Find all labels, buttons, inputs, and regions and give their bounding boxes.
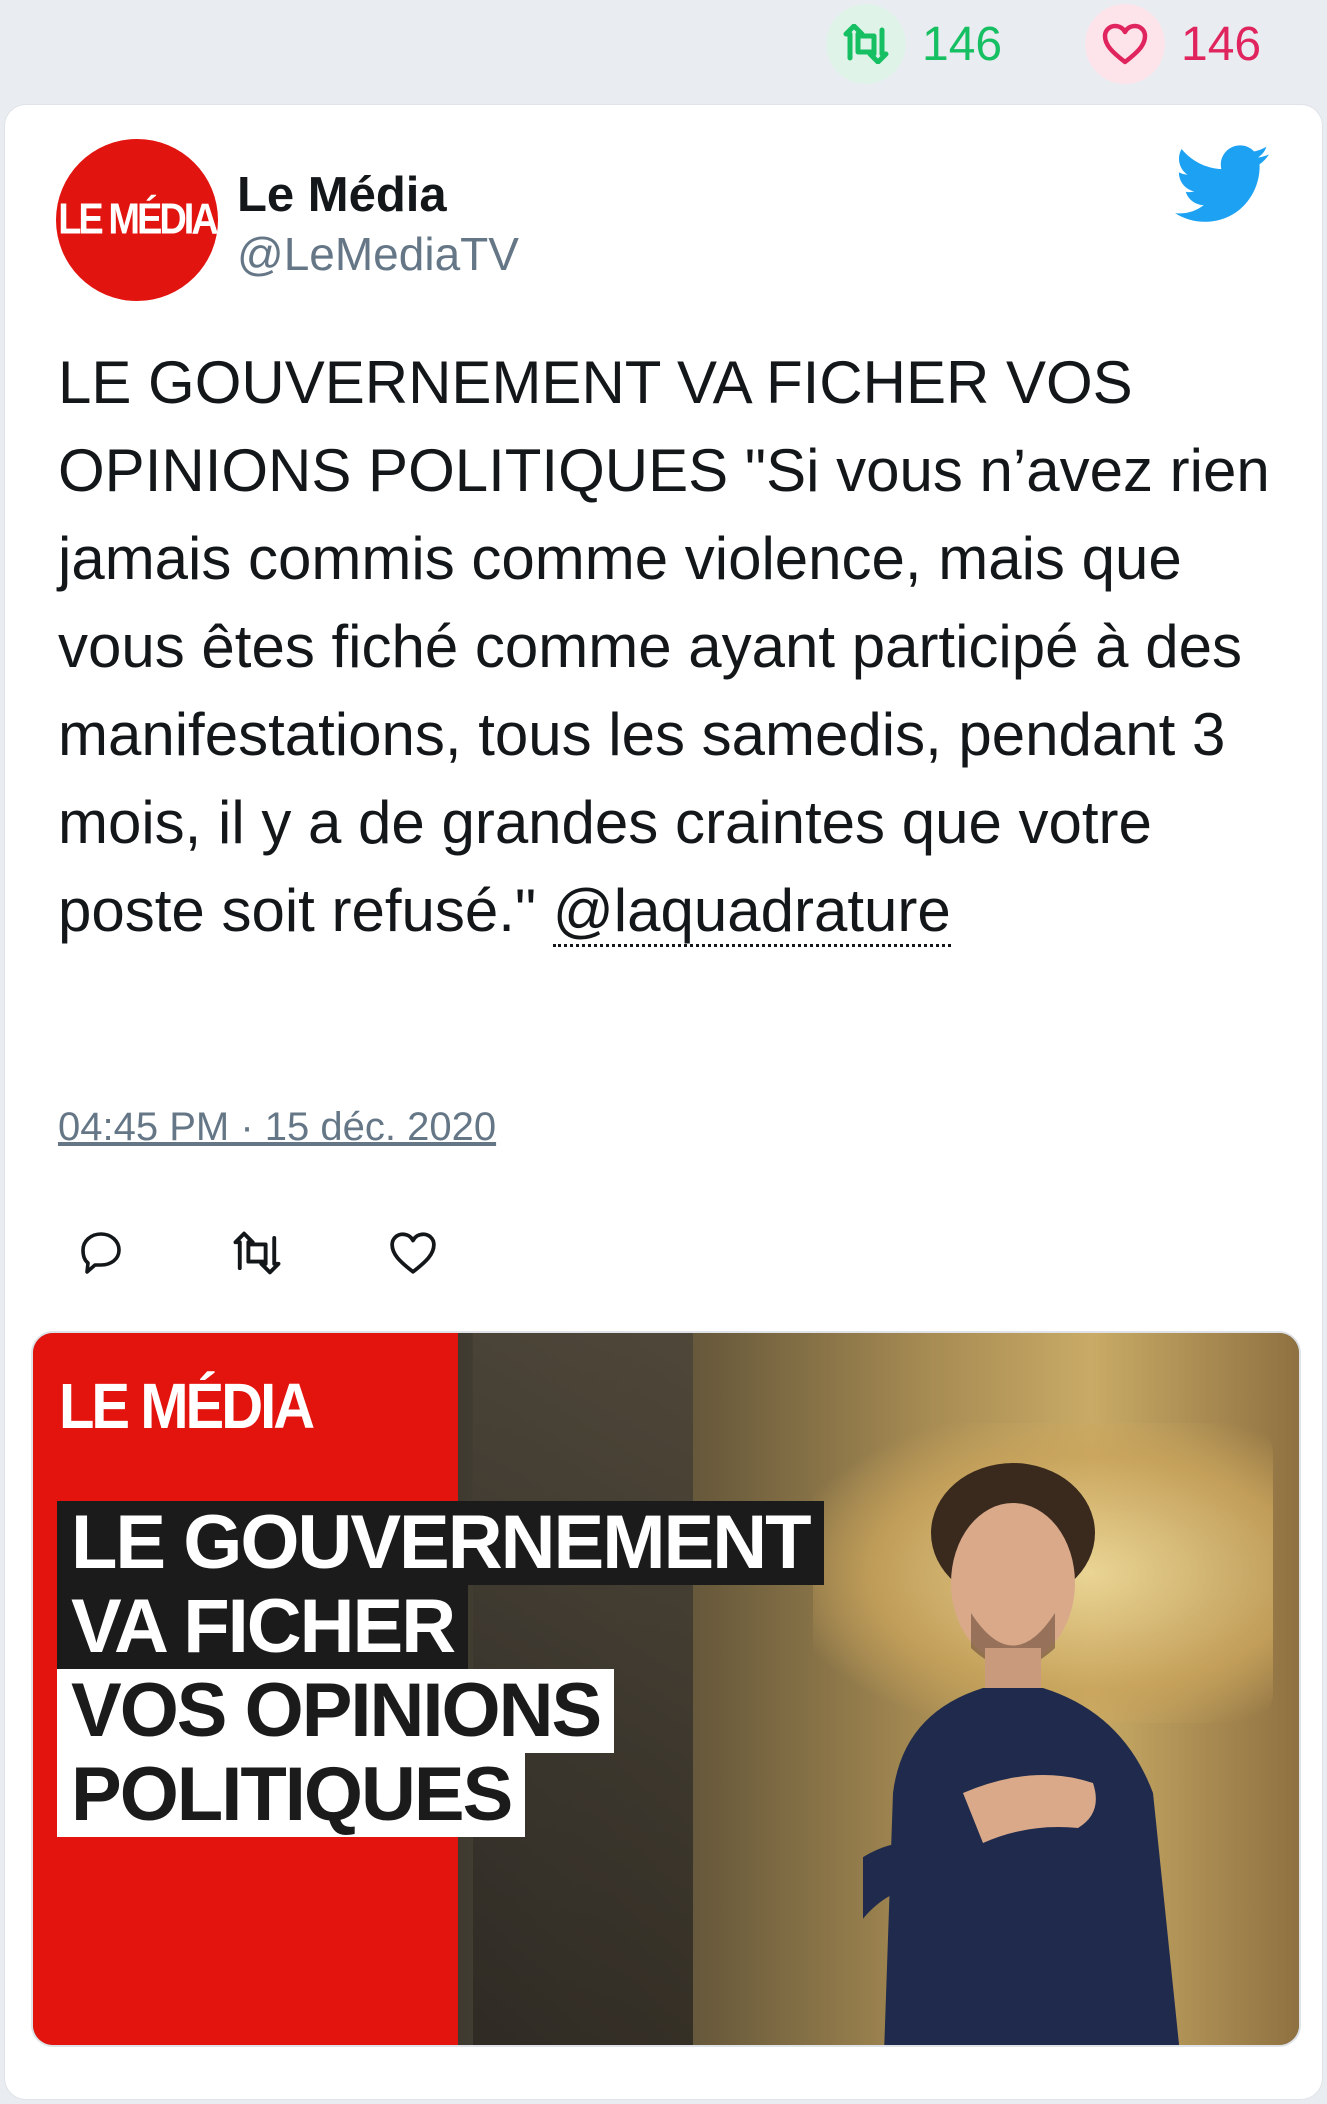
tweet-actions [73,1225,441,1281]
retweet-action-icon[interactable] [229,1225,285,1281]
headline-line-2: VA FICHER [57,1585,469,1669]
author-name[interactable]: Le Média [237,167,447,223]
avatar-logo: LE MÉDIA [58,195,218,244]
tweet-timestamp[interactable]: 04:45 PM · 15 déc. 2020 [58,1105,496,1150]
headline-line-3: VOS OPINIONS [57,1669,615,1753]
twitter-bird-icon [1175,145,1269,222]
like-stat[interactable]: 146 [1085,4,1262,84]
tweet-text: LE GOUVERNEMENT VA FICHER VOS OPINIONS P… [58,339,1288,955]
headline-line-1: LE GOUVERNEMENT [57,1501,824,1585]
avatar[interactable]: LE MÉDIA [56,139,218,301]
mention-link[interactable]: @laquadrature [552,877,951,947]
like-action-icon[interactable] [385,1225,441,1281]
like-count: 146 [1181,17,1262,71]
engagement-bar: 146 146 [0,0,1327,100]
media-logo: LE MÉDIA [59,1370,315,1443]
presenter-figure [863,1463,1180,2045]
reply-icon[interactable] [73,1225,129,1281]
heart-icon[interactable] [1085,4,1165,84]
headline-line-4: POLITIQUES [57,1753,526,1837]
media-thumbnail[interactable]: LE MÉDIA LE GOUVERNEMENT VA FICHER VOS O… [31,1331,1301,2047]
tweet-card[interactable]: LE MÉDIA Le Média @LeMediaTV LE GOUVERNE… [4,104,1323,2100]
tweet-body: LE GOUVERNEMENT VA FICHER VOS OPINIONS P… [58,349,1270,944]
retweet-count: 146 [922,17,1003,71]
retweet-stat[interactable]: 146 [826,4,1003,84]
retweet-icon[interactable] [826,4,906,84]
author-handle[interactable]: @LeMediaTV [237,227,519,281]
